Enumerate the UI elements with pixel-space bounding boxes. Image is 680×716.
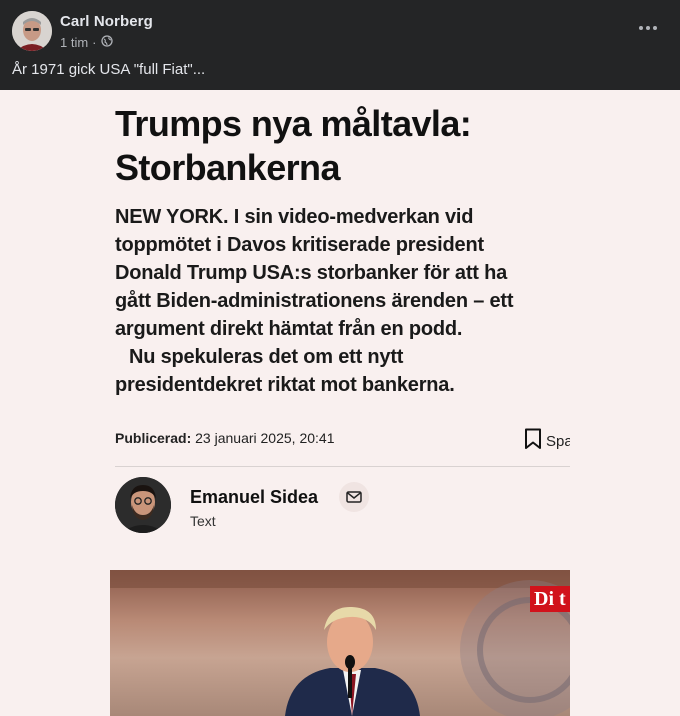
headline-line-1: Trumps nya måltavla: [115, 103, 472, 144]
post-meta: 1 tim · [60, 34, 113, 50]
lead-line: presidentdekret riktat mot bankerna. [115, 374, 455, 396]
save-label: Spara [546, 432, 570, 450]
lead-line: toppmötet i Davos kritiserade president [115, 234, 484, 256]
lead-line: gått Biden-administrationens ärenden – e… [115, 290, 514, 312]
meta-separator: · [92, 34, 97, 50]
lead-line: NEW YORK. I sin video-medverkan vid [115, 206, 474, 228]
more-options-icon[interactable] [634, 18, 662, 38]
published-date: 23 januari 2025, 20:41 [195, 430, 335, 446]
bookmark-icon [524, 428, 542, 454]
article-lead: NEW YORK. I sin video-medverkan vid topp… [115, 203, 585, 399]
article-photo: Di t [110, 570, 570, 716]
article-headline: Trumps nya måltavla: Storbankerna [115, 102, 575, 190]
mail-icon[interactable] [339, 482, 369, 512]
lead-line: argument direkt hämtat från en podd. [115, 318, 463, 340]
published-label: Publicerad: [115, 430, 192, 446]
byline-avatar [115, 477, 171, 533]
save-button[interactable]: Spara [524, 428, 570, 454]
di-logo: Di t [530, 586, 570, 612]
author-avatar[interactable] [12, 11, 52, 51]
post-time[interactable]: 1 tim [60, 35, 88, 50]
publish-row: Publicerad: 23 januari 2025, 20:41 Spara [115, 428, 570, 454]
divider [115, 466, 570, 467]
post-image[interactable]: Trumps nya måltavla: Storbankerna NEW YO… [0, 90, 680, 716]
byline-role: Text [190, 513, 216, 529]
lead-line: Donald Trump USA:s storbanker för att ha [115, 262, 508, 284]
post-text: År 1971 gick USA "full Fiat"... [12, 61, 206, 78]
globe-icon [100, 34, 113, 50]
headline-line-2: Storbankerna [115, 147, 340, 188]
author-name[interactable]: Carl Norberg [60, 13, 153, 30]
post-header: Carl Norberg 1 tim · År 1971 gick USA "f… [0, 0, 680, 90]
byline-name: Emanuel Sidea [190, 487, 319, 507]
lead-line: Nu spekuleras det om ett nytt [129, 346, 404, 368]
